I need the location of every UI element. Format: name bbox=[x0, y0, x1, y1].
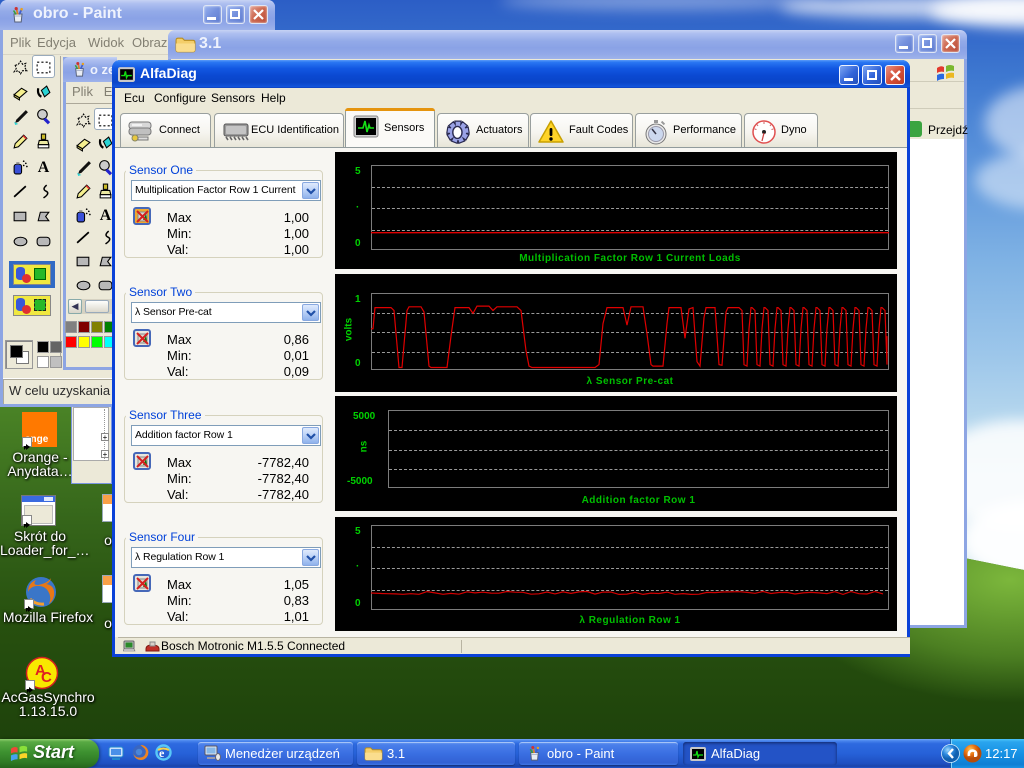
svg-text:C: C bbox=[41, 669, 52, 686]
svg-text:e: e bbox=[159, 746, 165, 760]
